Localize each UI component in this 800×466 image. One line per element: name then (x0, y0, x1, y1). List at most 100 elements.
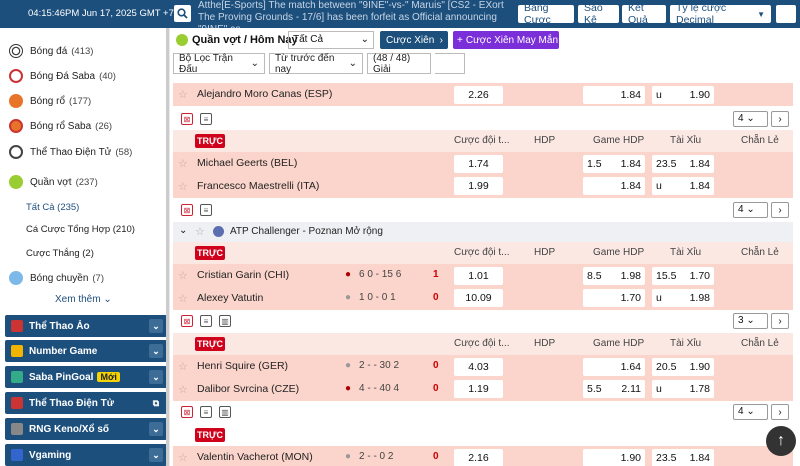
parlay-icon[interactable]: ⊠ (181, 406, 193, 418)
next-button[interactable]: › (771, 313, 789, 329)
more-bets-count: 4 (738, 406, 744, 417)
results-button[interactable]: Kết Quả (622, 2, 666, 26)
market-select-label: Tất Cả (293, 34, 324, 45)
sidebar-scrollbar[interactable] (166, 28, 169, 466)
tennis-sub-outright[interactable]: Cược Thắng (2) (26, 248, 94, 259)
sidebar-item-basketball[interactable]: Bóng rổ (177) (0, 89, 168, 113)
game-hdp-cell[interactable]: 1.64 (583, 358, 645, 376)
statement-button[interactable]: Sao Kê (578, 2, 619, 26)
odds-cell[interactable]: 10.09 (454, 289, 503, 307)
team-name: Francesco Maestrelli (ITA) (197, 180, 320, 192)
sub-count: (210) (112, 224, 135, 235)
game-hdp-cell[interactable]: 8.5 1.98 (583, 267, 645, 285)
stats-icon[interactable]: ≡ (200, 406, 212, 418)
odds-cell[interactable]: 2.26 (454, 86, 503, 104)
sidebar-item-soccer[interactable]: Bóng đá (413) (0, 39, 168, 63)
game-hdp-cell[interactable]: 1.5 1.84 (583, 155, 645, 173)
sidebar-item-volleyball[interactable]: Bóng chuyền (7) (0, 266, 168, 290)
ou-cell[interactable]: 23.5 1.84 (652, 155, 714, 173)
match-row: ☆ Cristian Garin (CHI) ● 6 0 - 15 6 1 ☆ … (173, 264, 793, 310)
under-label: u (656, 383, 662, 395)
odds-cell[interactable]: 2.16 (454, 449, 503, 466)
more-bets-select[interactable]: 4 ⌄ (733, 111, 768, 127)
team-name: Michael Geerts (BEL) (197, 157, 298, 169)
odds-cell[interactable]: 1.99 (454, 177, 503, 195)
stats-icon[interactable]: ≡ (200, 204, 212, 216)
game-hdp-cell[interactable]: 1.70 (583, 289, 645, 307)
block-esports[interactable]: Thể Thao Điện Tử ⧉ (5, 392, 167, 414)
star-icon[interactable]: ☆ (178, 292, 188, 305)
tennis-sub-parlay[interactable]: Cá Cược Tổng Hợp (210) (26, 224, 135, 235)
star-icon[interactable]: ☆ (178, 88, 188, 101)
stats-icon[interactable]: ≡ (200, 113, 212, 125)
time-filter[interactable]: Từ trước đến nay ⌄ (269, 53, 363, 75)
sidebar-item-basketball-saba[interactable]: Bóng rổ Saba (26) (0, 114, 168, 138)
parlay-icon[interactable]: ⊠ (181, 113, 193, 125)
col-ou: Tài Xỉu (670, 135, 702, 146)
parlay-icon[interactable]: ⊠ (181, 204, 193, 216)
game-hdp-cell[interactable]: 1.84 (583, 177, 645, 195)
odds-cell[interactable]: 1.74 (454, 155, 503, 173)
star-icon[interactable]: ☆ (178, 269, 188, 282)
next-button[interactable]: › (771, 404, 789, 420)
see-more-link[interactable]: Xem thêm ⌄ (55, 294, 112, 305)
more-bets-select[interactable]: 4 ⌄ (733, 404, 768, 420)
stats-icon[interactable]: ≡ (200, 315, 212, 327)
chart-icon[interactable]: ▥ (219, 315, 231, 327)
odds-cell[interactable]: 1.01 (454, 267, 503, 285)
more-bets-select[interactable]: 3 ⌄ (733, 313, 768, 329)
star-icon[interactable]: ☆ (195, 225, 205, 238)
game-hdp-cell[interactable]: 5.5 2.11 (583, 380, 645, 398)
ou-cell[interactable]: u 1.98 (652, 289, 714, 307)
ou-cell[interactable]: u 1.84 (652, 177, 714, 195)
league-header[interactable]: ⌄ ☆ ATP Challenger - Poznan Mở rộng (173, 222, 793, 242)
tennis-sub-all[interactable]: Tất Cả (235) (26, 202, 79, 213)
game-hdp-cell[interactable]: 1.84 (583, 86, 645, 104)
scroll-to-top-button[interactable]: ↑ (766, 426, 796, 456)
lucky-parlay-button[interactable]: + Cược Xiên May Mắn (453, 31, 559, 49)
parlay-button[interactable]: Cược Xiên › (380, 31, 448, 49)
more-bets-count: 3 (738, 315, 744, 326)
star-icon[interactable]: ☆ (178, 360, 188, 373)
block-rng-keno[interactable]: RNG Keno/Xổ số ⌄ (5, 418, 167, 440)
chevron-down-icon: ⌄ (179, 225, 188, 236)
ou-cell[interactable]: 20.5 1.90 (652, 358, 714, 376)
odds-cell[interactable]: 4.03 (454, 358, 503, 376)
next-button[interactable]: › (771, 202, 789, 218)
parlay-icon[interactable]: ⊠ (181, 315, 193, 327)
star-icon[interactable]: ☆ (178, 451, 188, 464)
chart-icon[interactable]: ▥ (219, 406, 231, 418)
ou-cell[interactable]: u 1.90 (652, 86, 714, 104)
more-bets-select[interactable]: 4 ⌄ (733, 202, 768, 218)
sidebar-item-tennis[interactable]: Quần vợt (237) (0, 170, 168, 194)
odds-type-select[interactable]: Tỷ lệ cược Decimal ▼ (670, 2, 771, 26)
chevron-down-icon: ⌄ (348, 58, 357, 69)
block-saba-pingoal[interactable]: Saba PinGoal Mới ⌄ (5, 366, 167, 388)
next-button[interactable]: › (771, 111, 789, 127)
ou-line: 23.5 (656, 158, 677, 170)
sidebar-item-soccer-saba[interactable]: Bóng Đá Saba (40) (0, 64, 168, 88)
market-select[interactable]: Tất Cả ⌄ (288, 31, 374, 49)
team-name: Alexey Vatutin (197, 292, 264, 304)
bet-list-button[interactable]: Bảng Cược (518, 2, 574, 26)
ou-cell[interactable]: u 1.78 (652, 380, 714, 398)
ou-cell[interactable]: 15.5 1.70 (652, 267, 714, 285)
col-hdp: HDP (534, 338, 556, 349)
search-button[interactable] (174, 5, 191, 22)
filter-right-box (435, 53, 465, 74)
block-vgaming[interactable]: Vgaming ⌄ (5, 444, 167, 466)
topbar-extra-button[interactable] (776, 5, 796, 23)
star-icon[interactable]: ☆ (178, 383, 188, 396)
hdp-odds: 2.11 (621, 383, 641, 395)
game-hdp-cell[interactable]: 1.90 (583, 449, 645, 466)
sidebar-item-esports[interactable]: Thể Thao Điện Tử (58) (0, 140, 168, 164)
league-filter[interactable]: Bộ Lọc Trận Đấu ⌄ (173, 53, 265, 75)
block-virtual-sports[interactable]: Thể Thao Ảo ⌄ (5, 315, 167, 337)
block-number-game[interactable]: Number Game ⌄ (5, 340, 167, 362)
ou-line: 23.5 (656, 452, 677, 464)
star-icon[interactable]: ☆ (178, 180, 188, 193)
star-icon[interactable]: ☆ (178, 157, 188, 170)
score-sets: 0 (433, 451, 439, 462)
odds-cell[interactable]: 1.19 (454, 380, 503, 398)
ou-cell[interactable]: 23.5 1.84 (652, 449, 714, 466)
